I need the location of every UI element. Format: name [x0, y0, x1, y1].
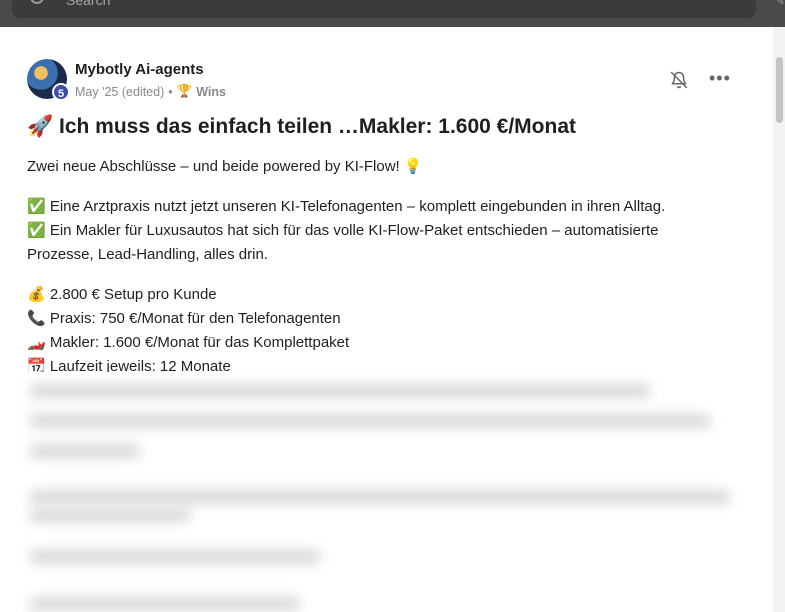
post-intro: Zwei neue Abschlüsse – und beide powered…: [27, 158, 423, 175]
search-placeholder: Search: [66, 0, 111, 8]
background-header: Search ✎: [0, 0, 785, 27]
category-link[interactable]: Wins: [196, 85, 226, 99]
search-bar[interactable]: [12, 0, 756, 18]
fact-line: 🏎️ Makler: 1.600 €/Monat für das Komplet…: [27, 334, 350, 351]
author-name[interactable]: Mybotly Ai-agents: [75, 61, 204, 78]
meta-separator: •: [168, 84, 173, 99]
post-title: 🚀 Ich muss das einfach teilen …Makler: 1…: [27, 115, 576, 138]
scrollbar-thumb[interactable]: [776, 57, 783, 123]
blurred-content: [0, 372, 773, 612]
trophy-icon: 🏆: [176, 84, 193, 98]
edit-icon[interactable]: ✎: [775, 0, 785, 8]
level-badge: 5: [52, 83, 70, 101]
win-line: ✅ Ein Makler für Luxusautos hat sich für…: [27, 222, 659, 239]
more-horizontal-icon[interactable]: •••: [709, 69, 730, 89]
fact-line: 📞 Praxis: 750 €/Monat für den Telefonage…: [27, 310, 341, 327]
bell-off-icon[interactable]: [670, 71, 688, 89]
win-line: ✅ Eine Arztpraxis nutzt jetzt unseren KI…: [27, 198, 666, 215]
win-line: Prozesse, Lead-Handling, alles drin.: [27, 246, 268, 263]
scrollbar[interactable]: [773, 27, 785, 612]
post-body: Zwei neue Abschlüsse – und beide powered…: [27, 155, 727, 395]
post-meta: May '25 (edited) • 🏆 Wins: [75, 84, 226, 99]
fact-line: 💰 2.800 € Setup pro Kunde: [27, 286, 217, 303]
post-date: May '25 (edited): [75, 84, 165, 99]
